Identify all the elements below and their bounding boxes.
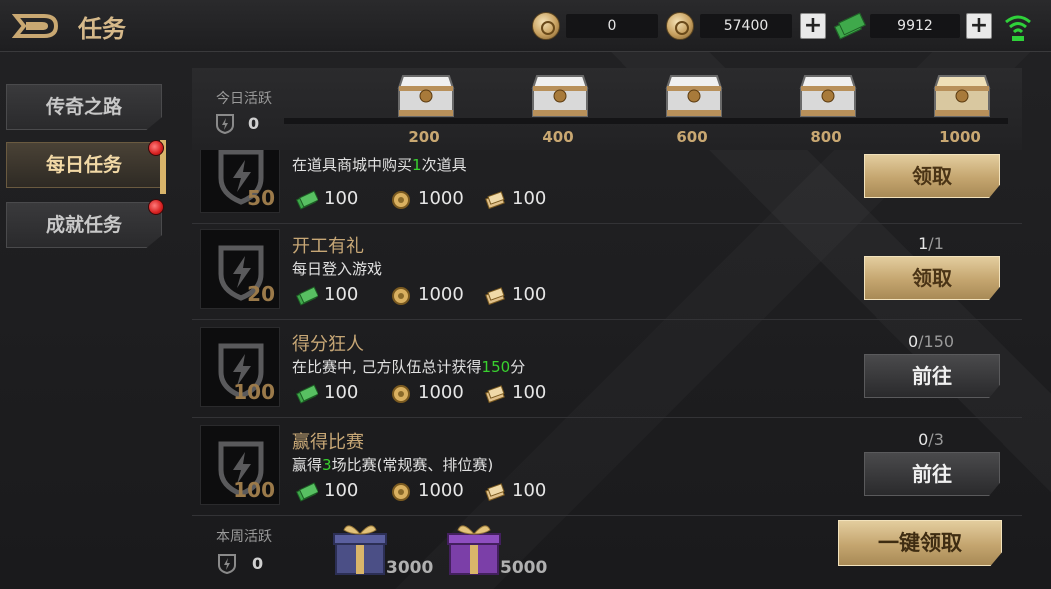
- nav-achievements[interactable]: 成就任务: [6, 202, 162, 248]
- task-description: 在比赛中, 己方队伍总计获得150分: [292, 358, 526, 376]
- gold-coin-counter: 57400 +: [666, 12, 826, 40]
- nav-daily-tasks[interactable]: 每日任务: [6, 142, 162, 188]
- milestone-chest-icon[interactable]: [931, 72, 993, 120]
- cash-reward-icon: [295, 482, 320, 502]
- task-row: 20 开工有礼每日登入游戏 100 1000 100 1/1 领取: [192, 222, 1022, 320]
- milestone-label: 800: [810, 128, 842, 146]
- reward-amount: 100: [512, 284, 547, 305]
- claim-button[interactable]: 领取: [864, 154, 1000, 198]
- basketball-coin-counter: 0: [532, 12, 658, 40]
- task-activity-points: 100: [233, 478, 275, 502]
- reward-amount: 100: [512, 480, 547, 501]
- reward-amount: 100: [324, 284, 359, 305]
- task-description: 在道具商城中购买1次道具: [292, 156, 467, 174]
- task-rewards: 100 1000 100: [295, 188, 576, 212]
- cash-reward-icon: [295, 384, 320, 404]
- weekly-shield-icon: [218, 554, 236, 575]
- reward-amount: 1000: [418, 188, 464, 209]
- cash-reward-icon: [295, 190, 320, 210]
- reward-amount: 1000: [418, 480, 464, 501]
- ticket-reward-icon: [484, 384, 506, 404]
- task-progress: 1/1: [918, 234, 944, 253]
- milestone-chest-icon[interactable]: [663, 72, 725, 120]
- go-button[interactable]: 前往: [864, 354, 1000, 398]
- reward-amount: 100: [324, 480, 359, 501]
- top-bar: 任务 0 57400 + 9912 +: [0, 0, 1051, 52]
- task-description: 每日登入游戏: [292, 260, 383, 278]
- ticket-reward-icon: [484, 482, 506, 502]
- cash-icon: [834, 12, 866, 40]
- reward-amount: 100: [324, 188, 359, 209]
- add-gold-button[interactable]: +: [800, 13, 826, 39]
- weekly-activity-label: 本周活跃: [216, 529, 272, 545]
- reward-amount: 1000: [418, 284, 464, 305]
- milestone-label: 1000: [939, 128, 981, 146]
- wifi-signal-icon: [1004, 12, 1032, 42]
- daily-activity-progress: [284, 118, 1008, 124]
- reward-amount: 100: [512, 188, 547, 209]
- gold-coin-reward-icon: [390, 482, 412, 502]
- daily-tasks-badge: [148, 140, 164, 156]
- weekly-gift-blue-icon[interactable]: [330, 518, 390, 578]
- milestone-chest-icon[interactable]: [797, 72, 859, 120]
- add-cash-button[interactable]: +: [966, 13, 992, 39]
- gold-coin-icon: [666, 12, 694, 40]
- task-description: 赢得3场比赛(常规赛、排位赛): [292, 456, 494, 474]
- task-progress: 0/3: [918, 430, 944, 449]
- milestone-label: 600: [676, 128, 708, 146]
- daily-activity-label: 今日活跃: [216, 91, 272, 107]
- milestone-label: 400: [542, 128, 574, 146]
- gold-coin-reward-icon: [390, 190, 412, 210]
- achievements-badge: [148, 199, 164, 215]
- activity-shield-icon: [216, 114, 234, 135]
- weekly-gift-purple-icon[interactable]: [444, 518, 504, 578]
- cash-reward-icon: [295, 286, 320, 306]
- task-rewards: 100 1000 100: [295, 284, 576, 308]
- back-arrow-icon[interactable]: [11, 12, 60, 40]
- claim-button[interactable]: 领取: [864, 256, 1000, 300]
- gold-coin-reward-icon: [390, 384, 412, 404]
- milestone-chest-icon[interactable]: [529, 72, 591, 120]
- task-shield-icon: 100: [200, 327, 280, 407]
- cash-counter: 9912 +: [834, 12, 994, 40]
- task-rewards: 100 1000 100: [295, 480, 576, 504]
- task-row: 100 得分狂人在比赛中, 己方队伍总计获得150分 100 1000 100 0/150…: [192, 320, 1022, 418]
- gold-coin-value: 57400: [700, 14, 792, 38]
- reward-amount: 1000: [418, 382, 464, 403]
- daily-activity-value: 0: [248, 114, 260, 133]
- cash-value: 9912: [870, 14, 960, 38]
- weekly-activity-bar: 本周活跃 0 3000 5000 一键领取: [192, 510, 1022, 589]
- daily-activity-bar: 今日活跃 0 200 400 600 800 1000: [192, 68, 1022, 150]
- weekly-gift-1-label: 3000: [386, 558, 434, 578]
- task-shield-icon: 100: [200, 425, 280, 505]
- gold-coin-reward-icon: [390, 286, 412, 306]
- go-button[interactable]: 前往: [864, 452, 1000, 496]
- reward-amount: 100: [512, 382, 547, 403]
- milestone-chest-icon[interactable]: [395, 72, 457, 120]
- reward-amount: 100: [324, 382, 359, 403]
- task-activity-points: 100: [233, 380, 275, 404]
- weekly-gift-2-label: 5000: [500, 558, 548, 578]
- task-activity-points: 20: [247, 282, 275, 306]
- task-name: 得分狂人: [292, 334, 364, 355]
- task-shield-icon: 20: [200, 229, 280, 309]
- weekly-activity-value: 0: [252, 554, 264, 573]
- milestone-label: 200: [408, 128, 440, 146]
- page-title: 任务: [78, 15, 126, 43]
- ticket-reward-icon: [484, 286, 506, 306]
- task-progress: 0/150: [907, 332, 955, 351]
- task-rewards: 100 1000 100: [295, 382, 576, 406]
- claim-all-button[interactable]: 一键领取: [838, 520, 1002, 566]
- task-name: 开工有礼: [292, 236, 364, 257]
- basketball-coin-value: 0: [566, 14, 658, 38]
- basketball-coin-icon: [532, 12, 560, 40]
- ticket-reward-icon: [484, 190, 506, 210]
- task-name: 赢得比赛: [292, 432, 364, 453]
- task-activity-points: 50: [247, 186, 275, 210]
- nav-legend-road[interactable]: 传奇之路: [6, 84, 162, 130]
- task-row: 100 赢得比赛赢得3场比赛(常规赛、排位赛) 100 1000 100 0/3 前往: [192, 418, 1022, 516]
